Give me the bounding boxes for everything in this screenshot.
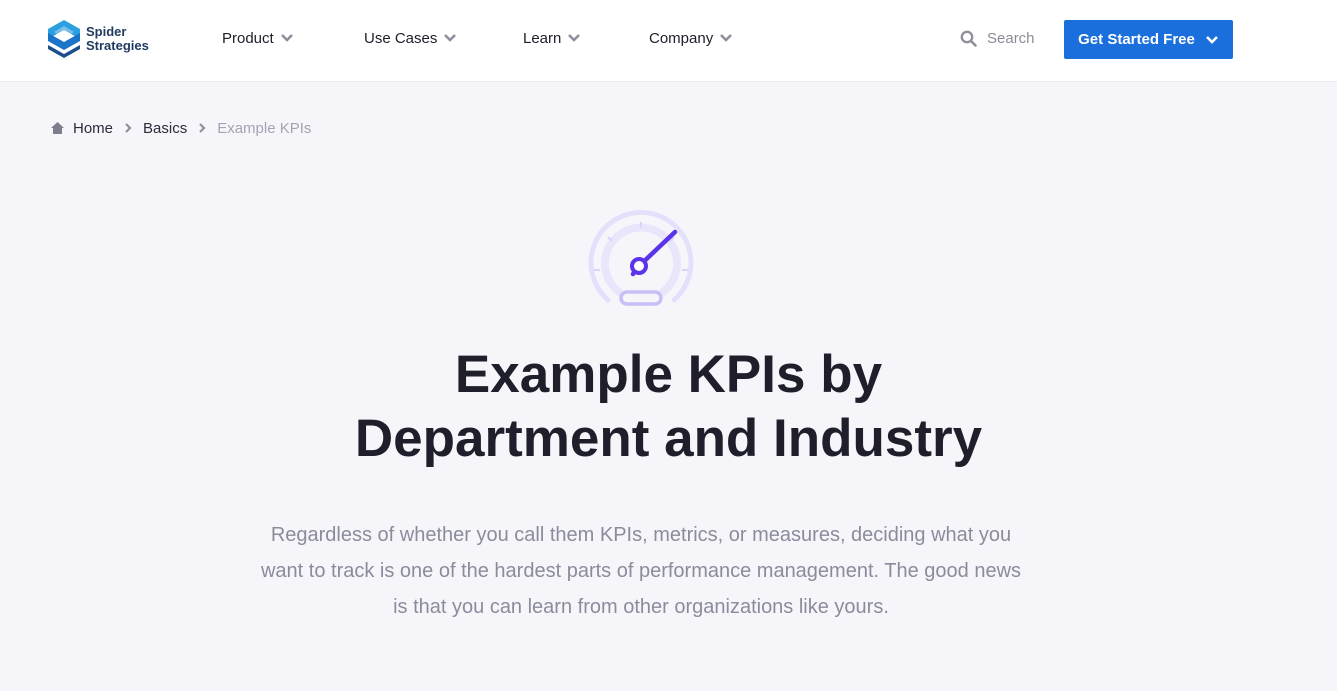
breadcrumb-home[interactable]: Home	[73, 120, 113, 137]
chevron-down-icon	[1205, 35, 1218, 44]
nav-learn[interactable]: Learn	[523, 28, 581, 48]
brand-name-line1: Spider	[86, 24, 127, 39]
chevron-down-icon	[443, 33, 457, 43]
page-title: Example KPIs by Department and Industry	[0, 343, 1337, 471]
chevron-down-icon	[719, 33, 733, 43]
brand-logo[interactable]: Spider Strategies	[48, 20, 149, 58]
nav-use-cases[interactable]: Use Cases	[364, 28, 457, 48]
brand-name-line2: Strategies	[86, 38, 149, 53]
speedometer-icon	[588, 210, 694, 306]
chevron-right-icon	[195, 122, 209, 134]
nav-product-label: Product	[222, 29, 274, 47]
site-header: Spider Strategies Product Use Cases Lear…	[0, 0, 1337, 82]
spider-strategies-logo-icon	[48, 20, 80, 58]
chevron-down-icon	[280, 33, 294, 43]
chevron-down-icon	[567, 33, 581, 43]
search-label: Search	[987, 29, 1035, 47]
nav-use-cases-label: Use Cases	[364, 29, 438, 47]
page-title-line1: Example KPIs by	[454, 345, 883, 404]
nav-company-label: Company	[649, 29, 714, 47]
home-icon[interactable]	[50, 121, 65, 135]
nav-company[interactable]: Company	[649, 28, 733, 48]
chevron-right-icon	[121, 122, 135, 134]
search-button[interactable]: Search	[960, 27, 1035, 49]
hero-lead-text: Regardless of whether you call them KPIs…	[260, 524, 1022, 618]
nav-product[interactable]: Product	[222, 28, 294, 48]
breadcrumb: Home Basics Example KPIs	[50, 118, 311, 138]
breadcrumb-current: Example KPIs	[217, 119, 312, 137]
brand-name: Spider Strategies	[86, 25, 149, 53]
get-started-free-button[interactable]: Get Started Free	[1064, 20, 1233, 59]
search-icon	[960, 30, 977, 47]
breadcrumb-basics[interactable]: Basics	[143, 120, 187, 137]
get-started-free-label: Get Started Free	[1078, 31, 1195, 48]
nav-learn-label: Learn	[523, 29, 562, 47]
page-title-line2: Department and Industry	[354, 409, 983, 468]
